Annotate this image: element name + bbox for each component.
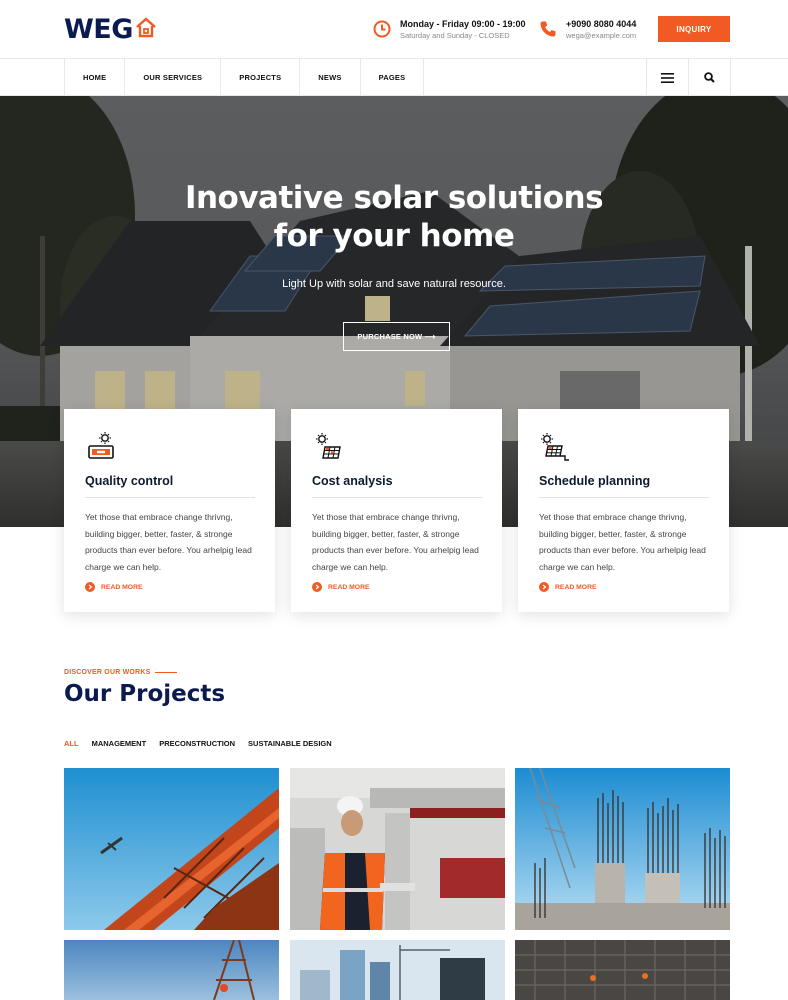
project-image-site-engineer [290, 768, 505, 930]
hero-subtitle: Light Up with solar and save natural res… [282, 278, 506, 290]
hours-sub: Saturday and Sunday - CLOSED [400, 31, 510, 40]
project-filters: ALL MANAGEMENT PRECONSTRUCTION SUSTAINAB… [64, 739, 345, 748]
solar-panel-plug-icon [541, 433, 569, 461]
menu-button[interactable] [647, 59, 689, 96]
arrow-right-icon [85, 582, 95, 592]
feature-card-schedule-planning: Schedule planning Yet those that embrace… [518, 409, 729, 612]
projects-title: Our Projects [64, 681, 226, 707]
solar-battery-icon [88, 432, 114, 459]
hero-title-line-1: Inovative solar solutions [184, 180, 604, 216]
read-more-link[interactable]: READ MORE [539, 582, 597, 592]
solar-panel-icon [316, 433, 341, 459]
project-tile-2[interactable] [290, 768, 505, 930]
project-image-rebar-mesh [515, 940, 730, 1000]
contact-info: +9090 8080 4044 wega@example.com [539, 18, 636, 41]
hours-title: Monday - Friday 09:00 - 19:00 [400, 19, 526, 29]
hamburger-menu-icon [661, 72, 674, 83]
nav-item-home[interactable]: HOME [65, 59, 126, 96]
divider [539, 497, 709, 498]
read-more-link[interactable]: READ MORE [312, 582, 370, 592]
divider [312, 497, 482, 498]
arrow-right-icon [539, 582, 549, 592]
hero-title: Inovative solar solutions for your home [0, 179, 788, 255]
hero-title-line-2: for your home [273, 218, 515, 254]
house-logo-icon [135, 16, 157, 43]
nav-item-projects[interactable]: PROJECTS [221, 59, 301, 96]
opening-hours: Monday - Friday 09:00 - 19:00 Saturday a… [373, 18, 526, 41]
project-tile-1[interactable] [64, 768, 279, 930]
clock-icon [373, 20, 391, 38]
project-image-city-skyline [290, 940, 505, 1000]
logo[interactable]: WEG [64, 13, 157, 45]
logo-text: WEG [64, 13, 133, 45]
read-more-link[interactable]: READ MORE [85, 582, 143, 592]
kicker-text: DISCOVER OUR WORKS [64, 669, 151, 676]
feature-card-cost-analysis: Cost analysis Yet those that embrace cha… [291, 409, 502, 612]
phone-icon [540, 21, 556, 37]
project-tile-6[interactable] [515, 940, 730, 1000]
read-more-label: READ MORE [101, 583, 143, 591]
feature-title: Cost analysis [312, 474, 393, 488]
phone-number[interactable]: +9090 8080 4044 [566, 18, 636, 30]
nav-item-pages[interactable]: PAGES [361, 59, 425, 96]
feature-description: Yet those that embrace change thrivng, b… [312, 512, 479, 572]
filter-preconstruction[interactable]: PRECONSTRUCTION [159, 739, 235, 748]
project-image-steel-frame-airplane [64, 768, 279, 930]
feature-title: Schedule planning [539, 474, 651, 488]
purchase-now-button[interactable]: PURCHASE NOW ⟶ [343, 322, 450, 351]
filter-sustainable-design[interactable]: SUSTAINABLE DESIGN [248, 739, 332, 748]
read-more-label: READ MORE [328, 583, 370, 591]
project-tile-4[interactable] [64, 940, 279, 1000]
project-tile-5[interactable] [290, 940, 505, 1000]
feature-card-quality-control: Quality control Yet those that embrace c… [64, 409, 275, 612]
divider [85, 497, 255, 498]
arrow-right-icon [312, 582, 322, 592]
feature-title: Quality control [85, 474, 174, 488]
email-address[interactable]: wega@example.com [566, 30, 636, 41]
section-kicker: DISCOVER OUR WORKS [64, 669, 178, 676]
filter-all[interactable]: ALL [64, 739, 79, 748]
kicker-line [155, 671, 178, 674]
project-image-tower-scaffold [64, 940, 279, 1000]
project-tile-3[interactable] [515, 768, 730, 930]
top-bar: WEG Monday - Friday 09:00 - 19:00 Saturd… [0, 0, 788, 59]
search-icon [704, 72, 715, 83]
nav-item-news[interactable]: NEWS [300, 59, 361, 96]
nav-item-our-services[interactable]: OUR SERVICES [125, 59, 222, 96]
read-more-label: READ MORE [555, 583, 597, 591]
main-nav: HOME OUR SERVICES PROJECTS NEWS PAGES [0, 59, 788, 96]
feature-description: Yet those that embrace change thrivng, b… [85, 512, 252, 572]
project-image-rebar-columns [515, 768, 730, 930]
filter-management[interactable]: MANAGEMENT [92, 739, 147, 748]
search-button[interactable] [689, 59, 731, 96]
inquiry-button[interactable]: INQUIRY [658, 16, 730, 42]
feature-description: Yet those that embrace change thrivng, b… [539, 512, 706, 572]
